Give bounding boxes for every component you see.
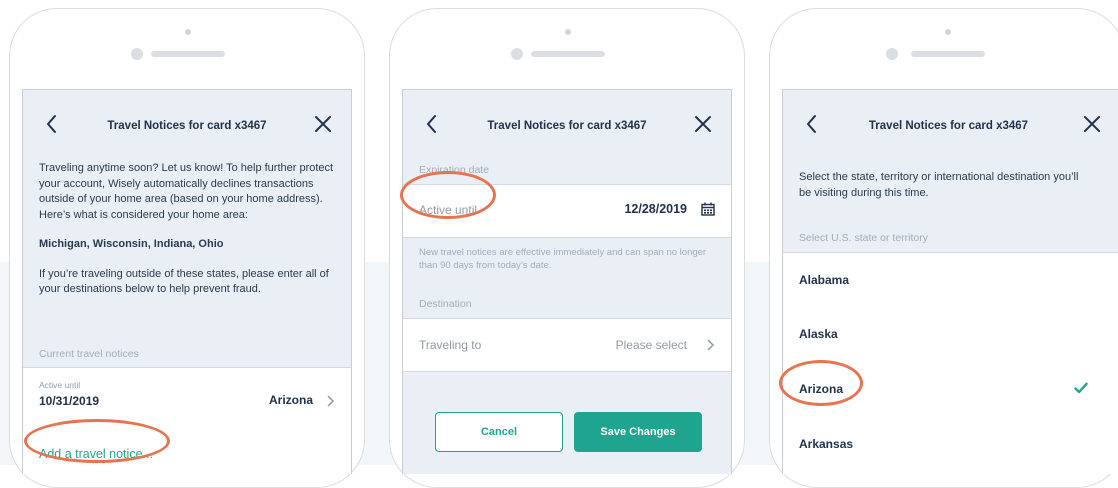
state-label: Alabama xyxy=(799,273,850,287)
state-row[interactable]: Alaska xyxy=(783,307,1118,363)
camera-dot xyxy=(185,29,191,35)
page-title: Travel Notices for card x3467 xyxy=(487,120,647,132)
sensor-dot xyxy=(886,48,898,60)
traveling-to-row[interactable]: Traveling to Please select xyxy=(403,318,731,372)
select-intro-text: Select the state, territory or internati… xyxy=(799,171,1079,199)
header: Travel Notices for card x3467 xyxy=(403,90,731,156)
checkmark-icon xyxy=(1074,382,1088,394)
travel-notice-row[interactable]: Active until 10/31/2019 Arizona xyxy=(23,367,351,425)
camera-dot xyxy=(945,29,951,35)
current-notices-label: Current travel notices xyxy=(39,348,139,360)
select-destination-screen: Travel Notices for card x3467 Select the… xyxy=(782,89,1118,474)
intro-section: Traveling anytime soon? Let us know! To … xyxy=(23,161,351,298)
new-travel-notice-screen: Travel Notices for card x3467 Expiration… xyxy=(402,89,732,474)
instruction-text: If you’re traveling outside of these sta… xyxy=(39,267,329,296)
destination-label: Destination xyxy=(419,298,472,310)
sensor-dot xyxy=(511,48,523,60)
sensor-dot xyxy=(131,48,143,60)
notice-destination: Arizona xyxy=(268,393,313,407)
chevron-right-icon xyxy=(327,395,335,407)
home-states: Michigan, Wisconsin, Indiana, Ohio xyxy=(39,238,224,250)
close-icon[interactable] xyxy=(693,114,713,134)
page-title: Travel Notices for card x3467 xyxy=(107,120,267,132)
state-row[interactable]: Alabama xyxy=(783,252,1118,309)
phone-frame-1: Travel Notices for card x3467 Traveling … xyxy=(9,8,365,488)
speaker-grille xyxy=(911,51,985,57)
select-section-label: Select U.S. state or territory xyxy=(799,232,928,244)
traveling-to-label: Traveling to xyxy=(419,338,482,352)
notice-active-label: Active until xyxy=(39,380,81,390)
phone-frame-3: Travel Notices for card x3467 Select the… xyxy=(769,8,1118,488)
close-icon[interactable] xyxy=(313,114,333,134)
destination-placeholder: Please select xyxy=(615,338,687,352)
header: Travel Notices for card x3467 xyxy=(23,90,351,156)
calendar-icon[interactable] xyxy=(701,202,715,216)
active-until-label: Active until xyxy=(419,203,478,217)
state-row-selected[interactable]: Arizona xyxy=(783,362,1118,418)
state-row[interactable]: Arkansas xyxy=(783,417,1118,474)
state-label: Arizona xyxy=(799,382,844,396)
intro-text: Traveling anytime soon? Let us know! To … xyxy=(39,162,334,221)
travel-notices-screen: Travel Notices for card x3467 Traveling … xyxy=(22,89,352,474)
state-label: Alaska xyxy=(799,327,838,341)
expiration-label: Expiration date xyxy=(419,164,490,176)
camera-dot xyxy=(565,29,571,35)
state-label: Arkansas xyxy=(799,437,854,451)
page-title: Travel Notices for card x3467 xyxy=(868,120,1029,132)
chevron-right-icon xyxy=(707,339,715,351)
phone-frame-2: Travel Notices for card x3467 Expiration… xyxy=(389,8,745,488)
speaker-grille xyxy=(151,51,225,57)
active-until-value: 12/28/2019 xyxy=(624,202,687,216)
speaker-grille xyxy=(531,51,605,57)
close-icon[interactable] xyxy=(1082,114,1102,134)
save-changes-button[interactable]: Save Changes xyxy=(574,412,702,452)
active-until-row[interactable]: Active until 12/28/2019 xyxy=(403,184,731,238)
add-travel-notice-link[interactable]: Add a travel notice... xyxy=(39,447,153,461)
header: Travel Notices for card x3467 xyxy=(783,90,1118,156)
add-notice-row: Add a travel notice... xyxy=(23,423,351,474)
span-note: New travel notices are effective immedia… xyxy=(419,247,707,271)
notice-date: 10/31/2019 xyxy=(39,394,100,408)
cancel-button[interactable]: Cancel xyxy=(435,412,563,452)
